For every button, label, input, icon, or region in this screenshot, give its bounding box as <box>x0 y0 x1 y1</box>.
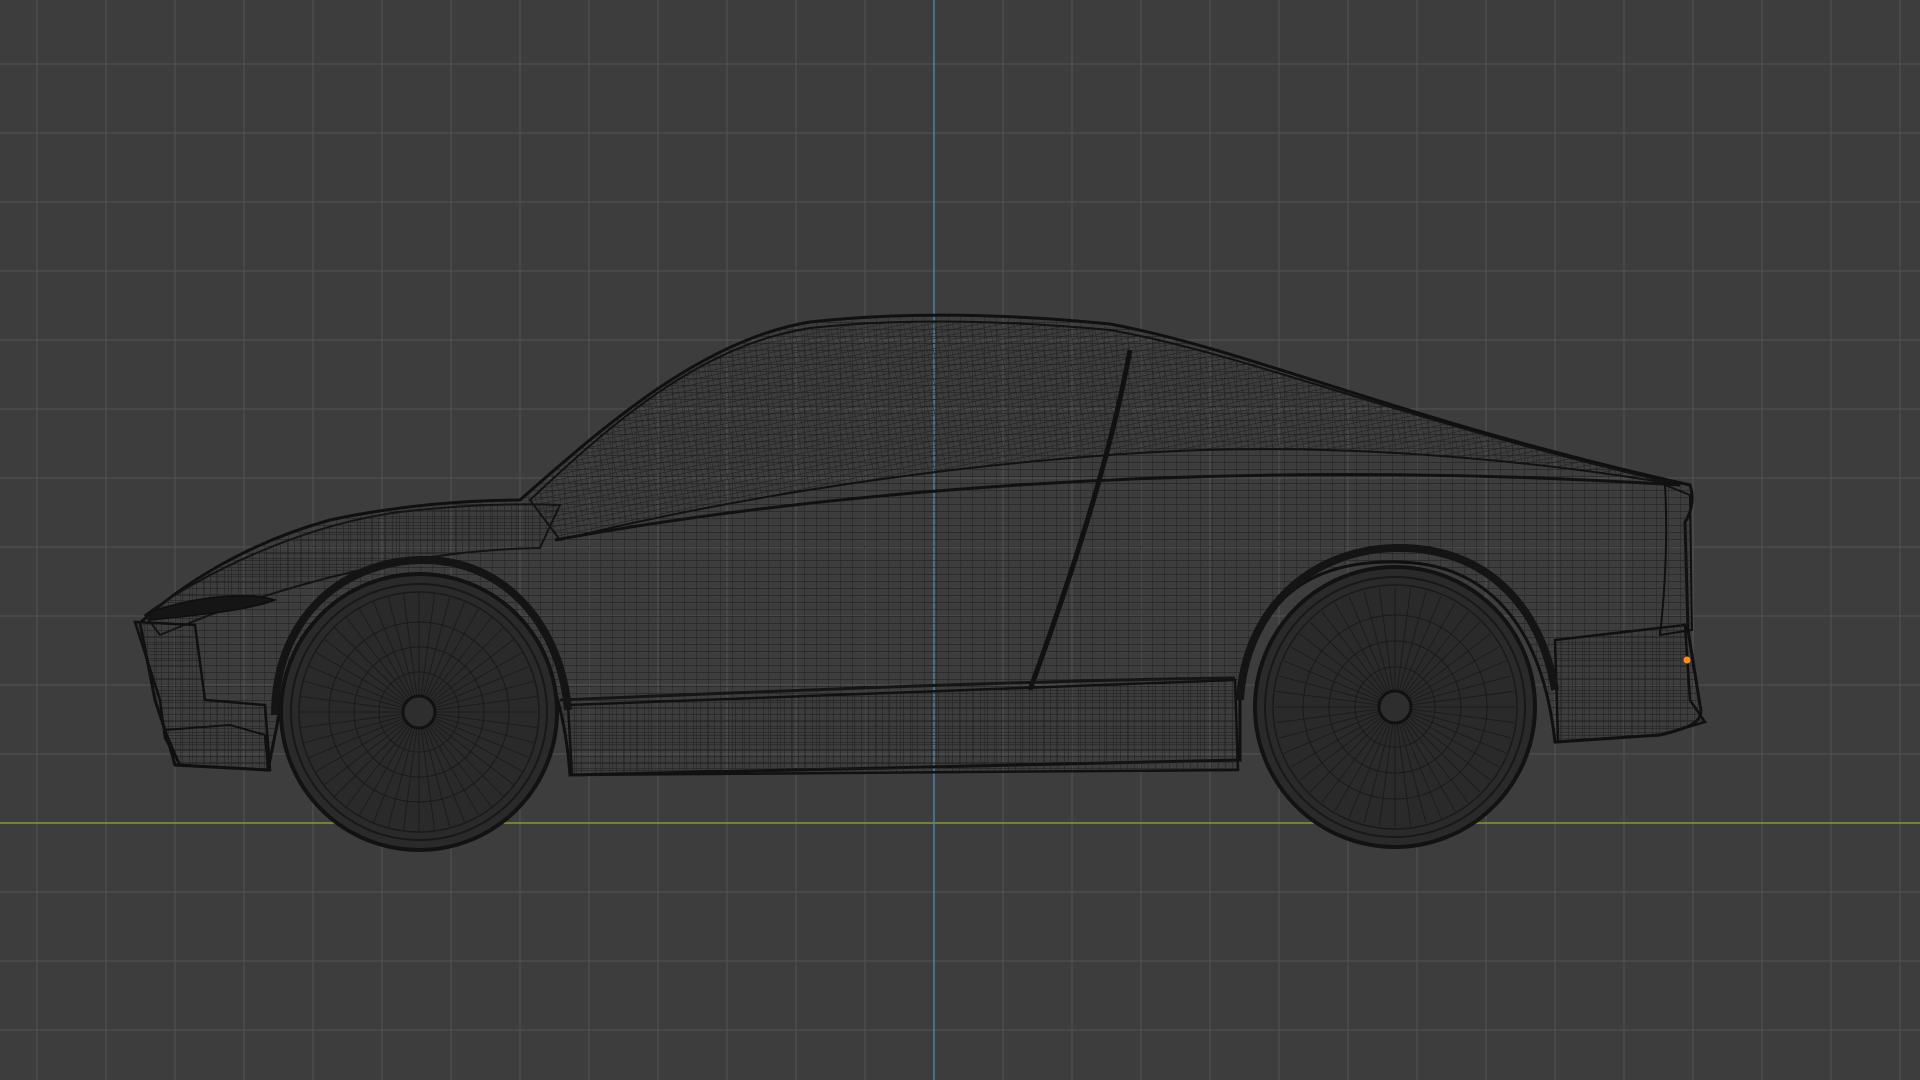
car-wireframe-mesh[interactable] <box>133 313 1708 852</box>
car-front-splitter <box>163 723 270 772</box>
front-wheel <box>279 572 559 852</box>
3d-viewport[interactable] <box>0 0 1920 1080</box>
rear-wheel <box>1253 565 1537 849</box>
selected-vertex-dot[interactable] <box>1683 656 1691 664</box>
viewport-canvas[interactable] <box>0 0 1920 1080</box>
car-rear-bumper <box>1553 623 1708 744</box>
